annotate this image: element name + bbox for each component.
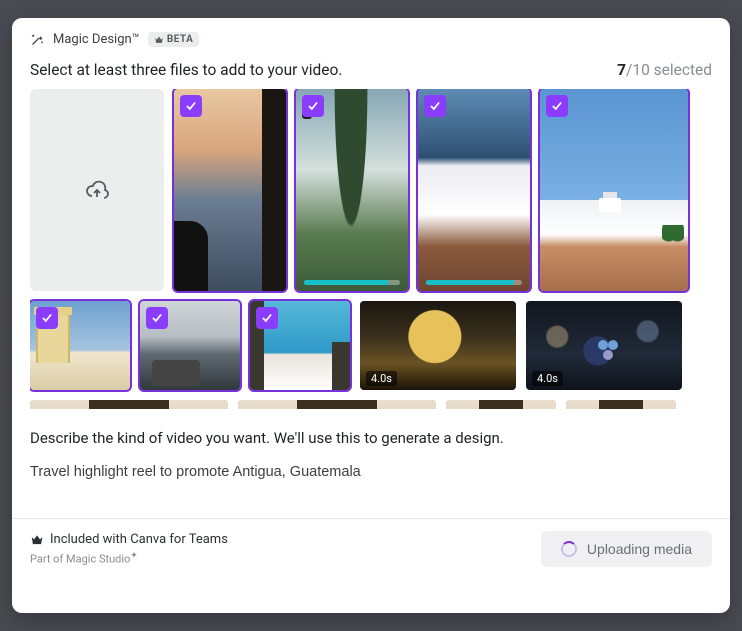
thumbnail (418, 89, 530, 291)
crown-icon (154, 35, 164, 45)
magic-design-modal: Magic Design™ BETA Select at least three… (12, 18, 730, 613)
media-tile[interactable] (30, 400, 228, 409)
clip-duration: 4.0s (532, 371, 563, 386)
selected-check (36, 307, 58, 329)
describe-title: Describe the kind of video you want. We'… (30, 429, 712, 447)
media-tile-sunset-lake[interactable] (174, 89, 286, 291)
media-tile[interactable] (566, 400, 676, 409)
media-tile-city-robot[interactable]: 4.0s (526, 301, 682, 390)
selected-check (180, 95, 202, 117)
selected-check (146, 307, 168, 329)
media-tile-garden-arch[interactable] (296, 89, 408, 291)
thumbnail (174, 89, 286, 291)
upload-tile[interactable] (30, 89, 164, 291)
selection-count: 7 (617, 61, 626, 79)
included-with: Included with Canva for Teams (30, 532, 228, 547)
modal-header: Magic Design™ BETA (12, 18, 730, 47)
uploading-button[interactable]: Uploading media (541, 531, 712, 567)
gallery-row (30, 400, 714, 409)
instruction-text: Select at least three files to add to yo… (30, 61, 342, 79)
selected-check (256, 307, 278, 329)
media-tile[interactable] (446, 400, 556, 409)
clip-duration: 4.0s (366, 371, 397, 386)
upload-progress (426, 280, 522, 285)
describe-section: Describe the kind of video you want. We'… (12, 409, 730, 518)
product-name: Magic Design™ (53, 32, 140, 47)
media-tile-infinity-pool[interactable] (418, 89, 530, 291)
footer-subnote: Part of Magic Studio✦ (30, 551, 228, 566)
gallery-row (30, 89, 714, 291)
magic-wand-icon (30, 32, 45, 47)
included-text: Included with Canva for Teams (50, 532, 228, 547)
media-tile-antigua-arch[interactable] (30, 301, 130, 390)
media-tile-gold-statue[interactable]: 4.0s (360, 301, 516, 390)
thumbnail (238, 400, 436, 409)
selection-counter: 7/10 selected (617, 61, 712, 79)
uploading-label: Uploading media (587, 541, 692, 557)
media-tile-cafe-view[interactable] (140, 301, 240, 390)
upload-progress (304, 280, 400, 285)
cloud-upload-icon (85, 178, 109, 202)
thumbnail (446, 400, 556, 409)
beta-badge: BETA (148, 32, 200, 47)
thumbnail (30, 400, 228, 409)
describe-input[interactable] (30, 462, 712, 508)
gallery-container: 4.0s 4.0s (12, 89, 730, 409)
footer-left: Included with Canva for Teams Part of Ma… (30, 532, 228, 566)
thumbnail (296, 89, 408, 291)
thumbnail (540, 89, 688, 291)
selected-check (424, 95, 446, 117)
selection-max: 10 selected (632, 61, 712, 79)
media-tile-rooftop-volcano[interactable] (540, 89, 688, 291)
selected-check (546, 95, 568, 117)
thumbnail (566, 400, 676, 409)
media-tile-balcony-sea[interactable] (250, 301, 350, 390)
instruction-row: Select at least three files to add to yo… (12, 47, 730, 89)
media-gallery[interactable]: 4.0s 4.0s (30, 89, 730, 409)
gallery-row: 4.0s 4.0s (30, 301, 714, 390)
crown-icon (30, 533, 44, 547)
beta-label: BETA (167, 34, 194, 45)
spinner-icon (561, 541, 577, 557)
media-tile[interactable] (238, 400, 436, 409)
modal-footer: Included with Canva for Teams Part of Ma… (12, 518, 730, 581)
selected-check (302, 95, 324, 117)
